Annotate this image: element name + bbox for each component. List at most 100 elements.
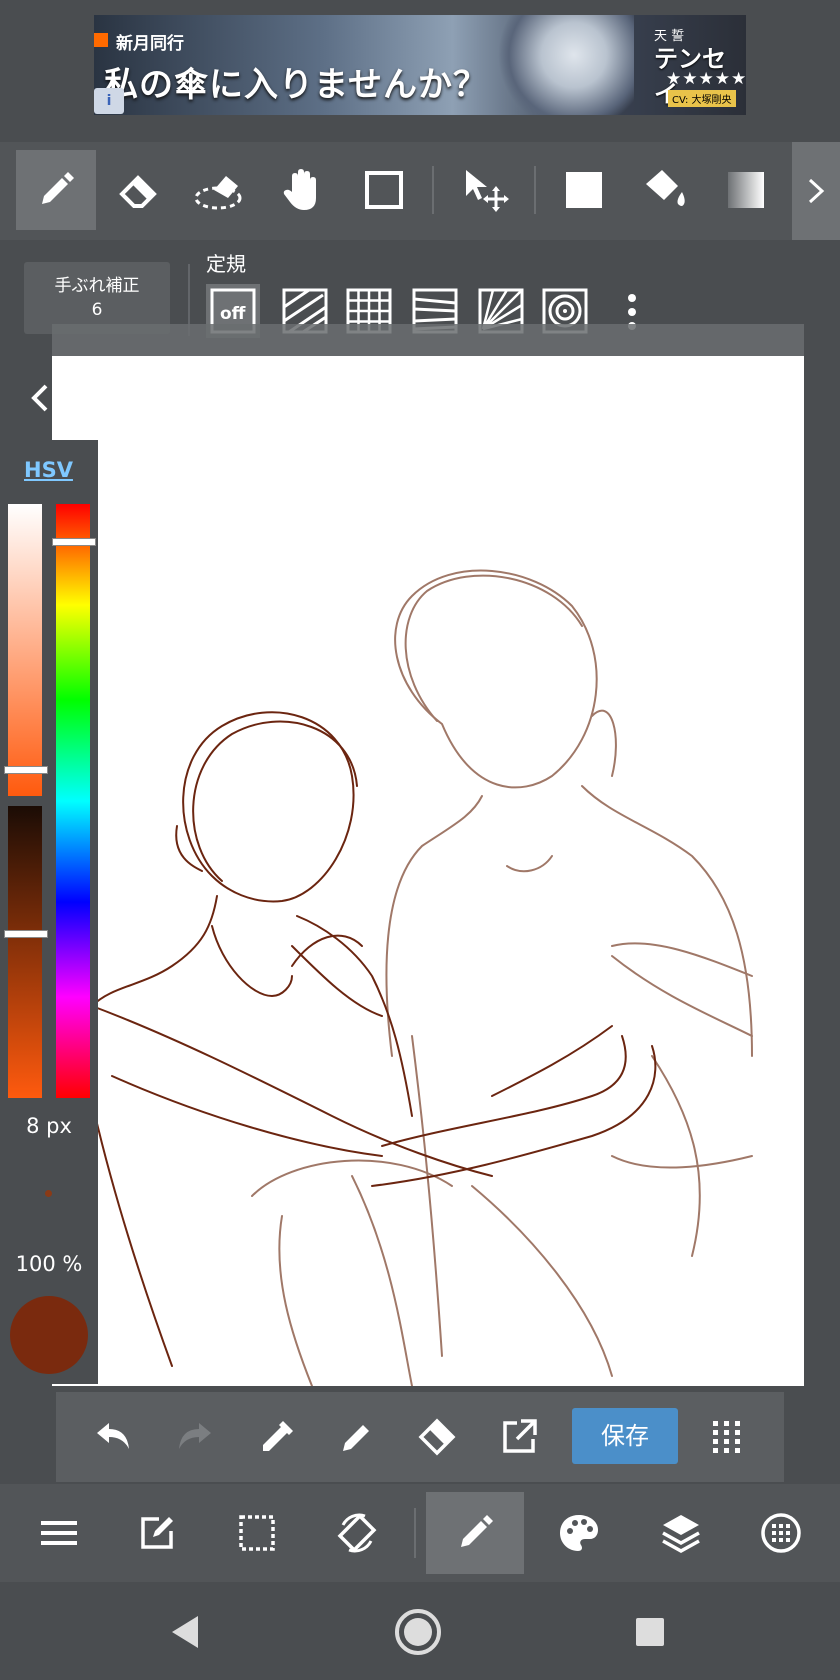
edit-button[interactable] — [108, 1492, 206, 1574]
sketch-stroke — [491, 1025, 613, 1097]
recents-square-icon — [636, 1618, 664, 1646]
drawing-canvas[interactable] — [52, 356, 804, 1387]
chevron-right-icon — [808, 178, 825, 204]
undo-button[interactable] — [78, 1402, 148, 1472]
pen-icon — [461, 1515, 493, 1547]
saturation-slider[interactable] — [8, 504, 42, 796]
ruler-off-label: off — [220, 304, 246, 324]
undo-icon — [97, 1423, 129, 1449]
eraser-tool[interactable] — [98, 150, 178, 230]
sketch-stroke — [581, 785, 753, 1057]
materials-button[interactable] — [732, 1492, 830, 1574]
ad-orange-square — [94, 33, 108, 47]
ad-banner[interactable]: 新月同行 私の傘に入りませんか？ 天 誓 テンセイ ★★★★★ CV: 大塚剛央 — [94, 15, 746, 115]
ad-info-icon[interactable]: i — [94, 88, 124, 114]
selection-button[interactable] — [208, 1492, 306, 1574]
edit-icon — [141, 1517, 173, 1549]
action-bar: 保存 — [56, 1392, 784, 1482]
panel-collapse-button[interactable] — [24, 378, 56, 418]
home-circle-icon — [395, 1609, 441, 1655]
layers-button[interactable] — [632, 1492, 730, 1574]
sketch-stroke — [91, 1005, 493, 1177]
toolbar-more-button[interactable] — [792, 142, 840, 240]
sketch-stroke — [278, 1215, 313, 1387]
selection-icon — [239, 1515, 275, 1551]
value-slider-handle[interactable] — [4, 930, 48, 938]
ad-character-image — [484, 15, 634, 115]
export-button[interactable] — [484, 1402, 554, 1472]
sketch-stroke — [182, 711, 355, 903]
current-color-swatch[interactable] — [10, 1296, 88, 1374]
pen-quick-button[interactable] — [322, 1402, 392, 1472]
hue-slider[interactable] — [56, 504, 90, 1098]
shape-tool[interactable] — [344, 150, 424, 230]
system-back-button[interactable] — [156, 1602, 216, 1662]
color-mode-hsv-link[interactable]: HSV — [24, 458, 73, 482]
menu-button[interactable] — [10, 1492, 108, 1574]
brush-size-label[interactable]: 8 px — [0, 1114, 98, 1138]
redo-icon — [179, 1423, 211, 1449]
grid-dots-icon — [713, 1421, 740, 1453]
blur-eraser-icon — [194, 176, 242, 210]
canvas-edge-shade — [52, 324, 804, 356]
sketch-stroke — [385, 795, 483, 1057]
gradient-tool[interactable] — [706, 150, 786, 230]
filled-square-icon — [566, 172, 602, 208]
menu-icon — [41, 1521, 77, 1545]
export-icon — [503, 1419, 537, 1453]
system-navigation-bar — [0, 1582, 840, 1680]
paint-bucket-icon — [646, 170, 685, 206]
eraser-quick-button[interactable] — [402, 1402, 472, 1472]
sketch-stroke — [394, 569, 598, 789]
palette-icon — [560, 1515, 598, 1551]
ad-stars: ★★★★★ — [666, 69, 746, 89]
pen-nav-button[interactable] — [426, 1492, 524, 1574]
sketch-stroke — [351, 1175, 413, 1387]
rotate-button[interactable] — [308, 1492, 406, 1574]
pen-tool[interactable] — [16, 150, 96, 230]
redo-button[interactable] — [160, 1402, 230, 1472]
sketch-stroke — [591, 709, 617, 777]
system-recents-button[interactable] — [620, 1602, 680, 1662]
system-home-button[interactable] — [388, 1602, 448, 1662]
bottom-navigation — [0, 1484, 840, 1582]
hand-tool[interactable] — [262, 150, 342, 230]
toolbar-separator — [432, 166, 434, 214]
sketch-stroke — [471, 1185, 613, 1377]
sketch-stroke — [192, 720, 358, 882]
chevron-left-icon — [31, 384, 48, 412]
sketch-stroke — [91, 895, 218, 1007]
ad-main-text: 私の傘に入りませんか？ — [104, 65, 488, 105]
more-actions-button[interactable] — [692, 1402, 762, 1472]
bucket-tool[interactable] — [626, 150, 706, 230]
nav-separator — [414, 1508, 416, 1558]
stabilizer-value: 6 — [91, 300, 103, 320]
value-slider[interactable] — [8, 806, 42, 1098]
ruler-label: 定規 — [206, 252, 246, 276]
move-arrow-icon — [466, 170, 509, 212]
gradient-icon — [728, 172, 764, 208]
opacity-label[interactable]: 100 % — [0, 1252, 98, 1276]
sketch-stroke — [291, 945, 383, 1017]
sketch-stroke — [296, 915, 413, 1117]
save-button[interactable]: 保存 — [572, 1408, 678, 1464]
move-tool[interactable] — [446, 150, 526, 230]
palette-button[interactable] — [530, 1492, 628, 1574]
eraser-icon — [119, 175, 157, 208]
sketch-stroke — [175, 825, 203, 872]
eyedropper-button[interactable] — [242, 1402, 312, 1472]
sketch-stroke — [651, 1055, 701, 1257]
tool-toolbar — [0, 142, 840, 240]
brush-size-preview — [45, 1190, 52, 1197]
hue-slider-handle[interactable] — [52, 538, 96, 546]
blur-eraser-tool[interactable] — [180, 150, 260, 230]
color-panel: HSV 8 px 100 % — [0, 440, 98, 1384]
layers-icon — [662, 1515, 700, 1554]
rotate-icon — [337, 1513, 377, 1553]
eraser-icon — [418, 1418, 456, 1456]
fill-tool[interactable] — [544, 150, 624, 230]
saturation-slider-handle[interactable] — [4, 766, 48, 774]
sketch-drawing — [81, 569, 753, 1387]
pencil-icon — [343, 1425, 369, 1451]
sketch-stroke — [211, 925, 293, 998]
